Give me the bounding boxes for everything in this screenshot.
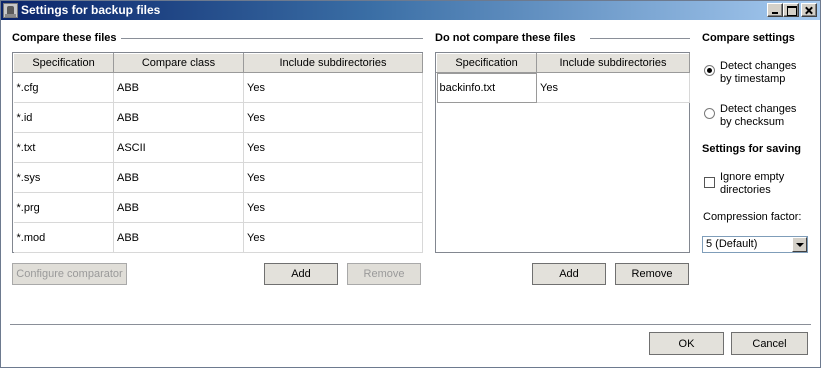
column-header-specification[interactable]: Specification: [436, 53, 537, 73]
nocompare-add-button[interactable]: Add: [532, 263, 606, 285]
cell-specification[interactable]: backinfo.txt: [436, 72, 537, 103]
cell-specification[interactable]: *.cfg: [13, 72, 114, 103]
chevron-down-icon[interactable]: [792, 237, 807, 252]
cell-include-subdirectories[interactable]: Yes: [243, 132, 423, 163]
footer-divider: [10, 324, 811, 325]
compare-grid-header: Specification Compare class Include subd…: [13, 53, 423, 73]
table-row[interactable]: *.id ABB Yes: [13, 102, 423, 133]
column-header-specification[interactable]: Specification: [13, 53, 114, 73]
column-header-include-subdirectories[interactable]: Include subdirectories: [243, 53, 423, 73]
nocompare-remove-button[interactable]: Remove: [615, 263, 689, 285]
compression-factor-value: 5 (Default): [706, 238, 758, 250]
ignore-empty-label[interactable]: Ignore empty directories: [720, 171, 800, 197]
cell-compare-class[interactable]: ABB: [113, 162, 244, 193]
window-title: Settings for backup files: [21, 3, 161, 17]
table-row[interactable]: backinfo.txt Yes: [436, 72, 690, 103]
cell-include-subdirectories[interactable]: Yes: [243, 222, 423, 253]
cell-compare-class[interactable]: ABB: [113, 222, 244, 253]
nocompare-grid-header: Specification Include subdirectories: [436, 53, 690, 73]
saving-settings-title: Settings for saving: [702, 143, 802, 155]
table-row[interactable]: *.mod ABB Yes: [13, 222, 423, 253]
maximize-button[interactable]: [783, 3, 799, 17]
compare-settings-title: Compare settings: [702, 32, 795, 44]
compare-add-button[interactable]: Add: [264, 263, 338, 285]
ok-button[interactable]: OK: [649, 332, 724, 355]
compare-section-title: Compare these files: [12, 32, 117, 44]
robot-app-icon: [3, 3, 18, 18]
nocompare-section-divider: [590, 38, 690, 39]
compare-files-grid[interactable]: Specification Compare class Include subd…: [12, 52, 423, 253]
cell-compare-class[interactable]: ASCII: [113, 132, 244, 163]
compression-factor-label: Compression factor:: [703, 211, 802, 223]
cell-compare-class[interactable]: ABB: [113, 102, 244, 133]
nocompare-section-title: Do not compare these files: [435, 32, 576, 44]
column-header-include-subdirectories[interactable]: Include subdirectories: [536, 53, 690, 73]
compression-factor-select[interactable]: 5 (Default): [702, 236, 808, 253]
cell-specification[interactable]: *.txt: [13, 132, 114, 163]
close-button[interactable]: [801, 3, 817, 17]
cell-compare-class[interactable]: ABB: [113, 192, 244, 223]
table-row[interactable]: *.sys ABB Yes: [13, 162, 423, 193]
cell-specification[interactable]: *.sys: [13, 162, 114, 193]
cell-include-subdirectories[interactable]: Yes: [536, 72, 690, 103]
timestamp-radio-label[interactable]: Detect changes by timestamp: [720, 60, 810, 86]
cell-specification[interactable]: *.id: [13, 102, 114, 133]
cell-compare-class[interactable]: ABB: [113, 72, 244, 103]
configure-comparator-button[interactable]: Configure comparator: [12, 263, 127, 285]
table-row[interactable]: *.prg ABB Yes: [13, 192, 423, 223]
cell-include-subdirectories[interactable]: Yes: [243, 192, 423, 223]
table-row[interactable]: *.cfg ABB Yes: [13, 72, 423, 103]
minimize-button[interactable]: [767, 3, 783, 17]
checksum-radio[interactable]: [704, 108, 715, 119]
checksum-radio-label[interactable]: Detect changes by checksum: [720, 103, 810, 129]
timestamp-radio[interactable]: [704, 65, 715, 76]
table-row[interactable]: *.txt ASCII Yes: [13, 132, 423, 163]
column-header-compare-class[interactable]: Compare class: [113, 53, 244, 73]
cell-specification[interactable]: *.prg: [13, 192, 114, 223]
cancel-button[interactable]: Cancel: [731, 332, 808, 355]
settings-dialog: Settings for backup files Compare these …: [0, 0, 821, 368]
nocompare-files-grid[interactable]: Specification Include subdirectories bac…: [435, 52, 690, 253]
cell-include-subdirectories[interactable]: Yes: [243, 72, 423, 103]
compare-section-divider: [121, 38, 423, 39]
cell-specification[interactable]: *.mod: [13, 222, 114, 253]
cell-include-subdirectories[interactable]: Yes: [243, 102, 423, 133]
ignore-empty-checkbox[interactable]: [704, 177, 715, 188]
cell-include-subdirectories[interactable]: Yes: [243, 162, 423, 193]
compare-remove-button[interactable]: Remove: [347, 263, 421, 285]
title-bar[interactable]: Settings for backup files: [1, 1, 820, 20]
